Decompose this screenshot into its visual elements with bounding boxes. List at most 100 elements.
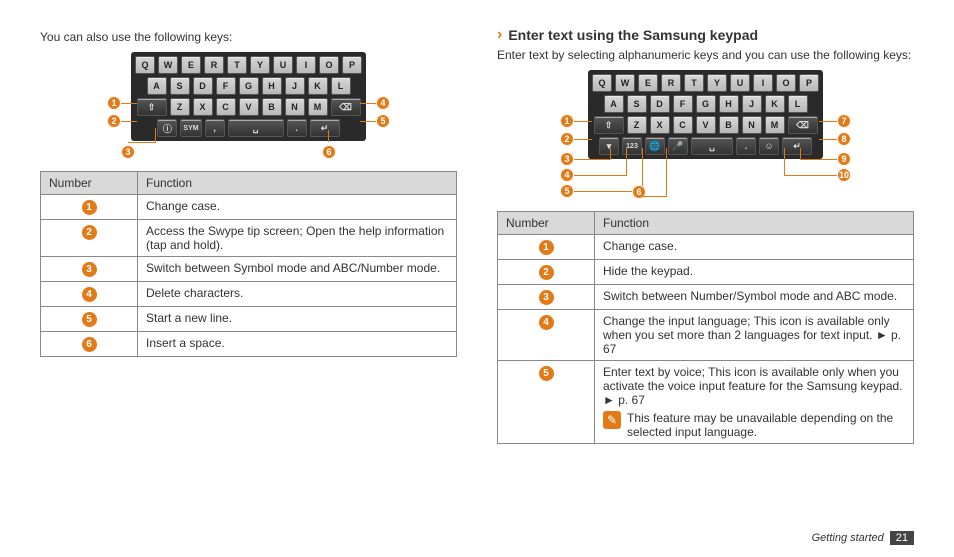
key-k: K bbox=[765, 95, 785, 113]
leader-line bbox=[574, 121, 592, 122]
callout-4: 4 bbox=[560, 168, 574, 182]
note-text: This feature may be unavailable dependin… bbox=[627, 411, 905, 439]
row-func: Change the input language; This icon is … bbox=[595, 310, 914, 361]
leader-line bbox=[784, 148, 785, 176]
th-function: Function bbox=[138, 172, 457, 195]
row-func: Start a new line. bbox=[138, 307, 457, 332]
leader-line bbox=[666, 148, 667, 196]
key-x: X bbox=[193, 98, 213, 116]
leader-line bbox=[800, 148, 801, 160]
enter-key: ↵ bbox=[310, 119, 340, 137]
key-w: W bbox=[615, 74, 635, 92]
right-function-table: Number Function 1Change case. 2Hide the … bbox=[497, 211, 914, 444]
left-function-table: Number Function 1 Change case. 2Access th… bbox=[40, 171, 457, 357]
table-row: 3 Switch between Symbol mode and ABC/Numb… bbox=[41, 257, 457, 282]
spacebar-key: ␣ bbox=[691, 137, 733, 155]
section-heading: › Enter text using the Samsung keypad bbox=[497, 26, 914, 44]
leader-line bbox=[626, 148, 627, 176]
key-j: J bbox=[285, 77, 305, 95]
row-func: Change case. bbox=[138, 195, 457, 220]
voice-key: 🎤 bbox=[668, 137, 688, 155]
row-func: Switch between Symbol mode and ABC/Numbe… bbox=[138, 257, 457, 282]
key-y: Y bbox=[707, 74, 727, 92]
leader-line bbox=[639, 196, 667, 197]
sym-key: 123 bbox=[622, 137, 642, 155]
table-row: 1Change case. bbox=[498, 235, 914, 260]
callout-5: 5 bbox=[376, 114, 390, 128]
key-u: U bbox=[730, 74, 750, 92]
note-icon: ✎ bbox=[603, 411, 621, 429]
key-m: M bbox=[308, 98, 328, 116]
key-j: J bbox=[742, 95, 762, 113]
row-func: Enter text by voice; This icon is availa… bbox=[603, 365, 905, 407]
callout-2: 2 bbox=[560, 132, 574, 146]
key-e: E bbox=[638, 74, 658, 92]
swype-tip-key: ⓘ bbox=[157, 119, 177, 137]
table-row: 2Access the Swype tip screen; Open the h… bbox=[41, 220, 457, 257]
leader-line bbox=[574, 175, 626, 176]
row-num: 2 bbox=[539, 265, 554, 280]
table-row: 4Delete characters. bbox=[41, 282, 457, 307]
key-c: C bbox=[673, 116, 693, 134]
right-keyboard-figure: Q W E R T Y U I O P A S D bbox=[497, 70, 914, 199]
key-t: T bbox=[684, 74, 704, 92]
leader-line bbox=[155, 128, 156, 142]
row-num: 1 bbox=[539, 240, 554, 255]
row-func: Access the Swype tip screen; Open the he… bbox=[138, 220, 457, 257]
note-row: ✎ This feature may be unavailable depend… bbox=[603, 411, 905, 439]
table-row: 4 Change the input language; This icon is… bbox=[498, 310, 914, 361]
key-z: Z bbox=[627, 116, 647, 134]
th-function: Function bbox=[595, 212, 914, 235]
table-row: 1 Change case. bbox=[41, 195, 457, 220]
backspace-key: ⌫ bbox=[331, 98, 361, 116]
leader-line bbox=[121, 121, 137, 122]
th-number: Number bbox=[41, 172, 138, 195]
right-intro: Enter text by selecting alphanumeric key… bbox=[497, 48, 914, 62]
callout-3: 3 bbox=[560, 152, 574, 166]
callout-9: 9 bbox=[837, 152, 851, 166]
table-row: 2Hide the keypad. bbox=[498, 260, 914, 285]
lang-key: 🌐 bbox=[645, 137, 665, 155]
key-s: S bbox=[170, 77, 190, 95]
row-num: 5 bbox=[539, 366, 554, 381]
th-number: Number bbox=[498, 212, 595, 235]
swype-keyboard: Q W E R T Y U I O P A S D bbox=[131, 52, 366, 141]
row-num: 1 bbox=[82, 200, 97, 215]
enter-key: ↵ bbox=[782, 137, 812, 155]
key-f: F bbox=[216, 77, 236, 95]
comma-key: , bbox=[205, 119, 225, 137]
callout-3: 3 bbox=[121, 145, 135, 159]
callout-7: 7 bbox=[837, 114, 851, 128]
chevron-icon: › bbox=[497, 26, 502, 44]
key-u: U bbox=[273, 56, 293, 74]
key-l: L bbox=[331, 77, 351, 95]
page-footer: Getting started 21 bbox=[812, 531, 914, 545]
smiley-key: ☺ bbox=[759, 137, 779, 155]
table-row: 3Switch between Number/Symbol mode and A… bbox=[498, 285, 914, 310]
row-num: 3 bbox=[82, 262, 97, 277]
callout-1: 1 bbox=[560, 114, 574, 128]
sym-key: SYM bbox=[180, 119, 201, 137]
page-number: 21 bbox=[890, 531, 914, 545]
leader-line bbox=[328, 130, 329, 142]
leader-line bbox=[785, 175, 837, 176]
callout-6: 6 bbox=[322, 145, 336, 159]
key-a: A bbox=[604, 95, 624, 113]
key-t: T bbox=[227, 56, 247, 74]
row-num: 4 bbox=[539, 315, 554, 330]
key-r: R bbox=[661, 74, 681, 92]
key-i: I bbox=[753, 74, 773, 92]
footer-section: Getting started bbox=[812, 532, 884, 544]
table-row: 5 Enter text by voice; This icon is avai… bbox=[498, 361, 914, 444]
key-b: B bbox=[262, 98, 282, 116]
left-intro: You can also use the following keys: bbox=[40, 30, 457, 44]
leader-line bbox=[574, 159, 610, 160]
row-num: 4 bbox=[82, 287, 97, 302]
leader-line bbox=[574, 139, 592, 140]
key-r: R bbox=[204, 56, 224, 74]
key-q: Q bbox=[135, 56, 155, 74]
row-func: Insert a space. bbox=[138, 332, 457, 357]
key-q: Q bbox=[592, 74, 612, 92]
row-num: 3 bbox=[539, 290, 554, 305]
left-column: You can also use the following keys: Q W… bbox=[40, 30, 457, 444]
